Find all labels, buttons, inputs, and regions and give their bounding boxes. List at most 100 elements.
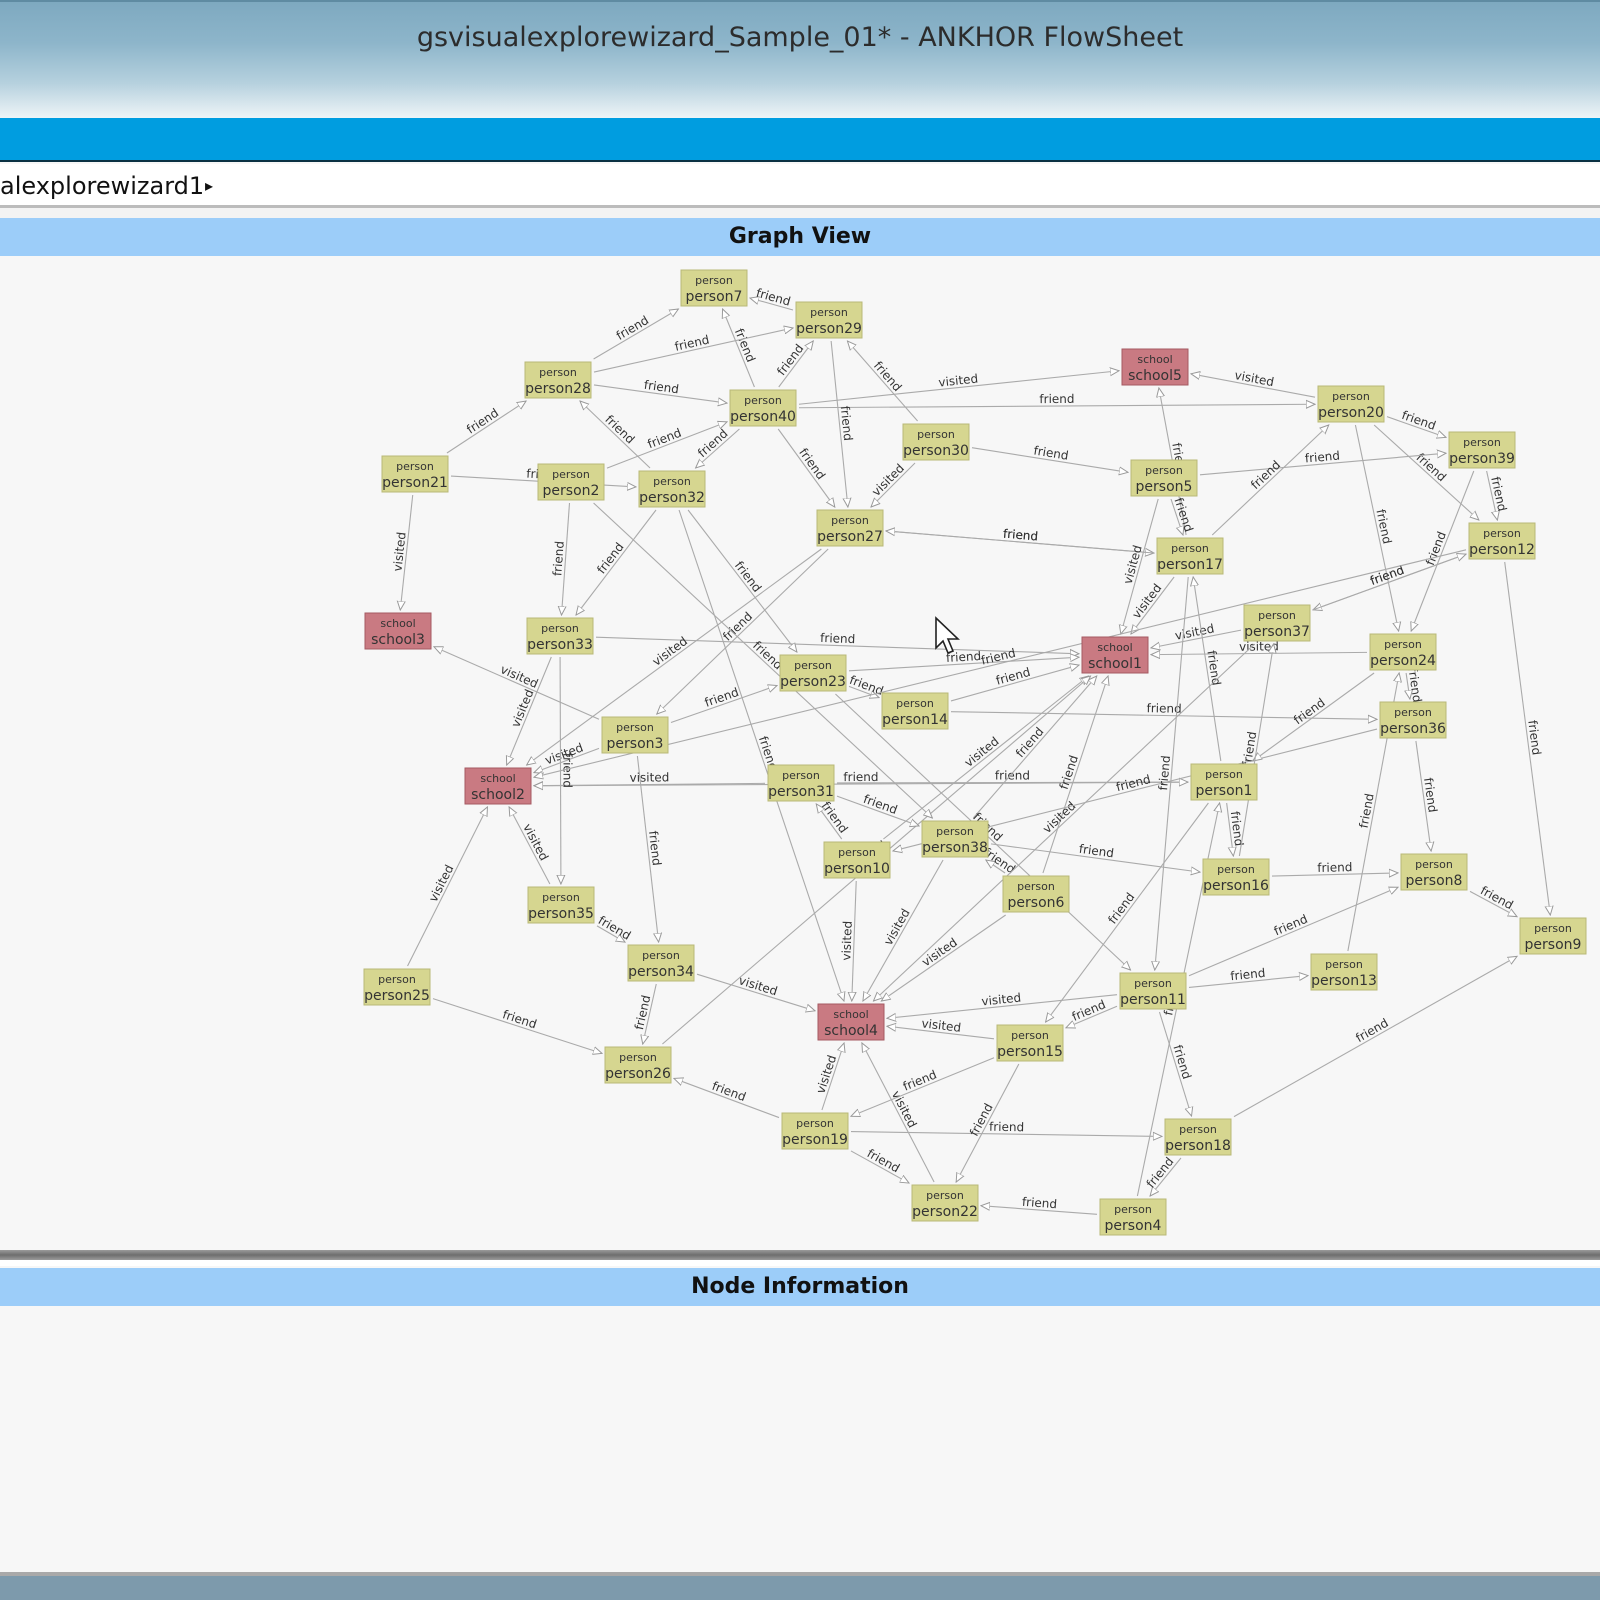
graph-node-person13[interactable]: person person13	[1310, 953, 1378, 991]
edge-label: friend	[1317, 860, 1352, 875]
graph-node-person31[interactable]: person person31	[767, 764, 835, 802]
graph-node-school2[interactable]: school school2	[464, 767, 532, 805]
graph-node-person15[interactable]: person person15	[996, 1024, 1064, 1062]
edge-label: friend	[1240, 730, 1259, 767]
graph-node-school5[interactable]: school school5	[1121, 348, 1189, 386]
node-id-label: school5	[1128, 368, 1182, 384]
breadcrumb-arrow-icon[interactable]: ▸	[205, 176, 213, 196]
graph-node-person12[interactable]: person person12	[1468, 522, 1536, 560]
edge-label: friend	[848, 673, 886, 698]
graph-edge	[851, 1057, 995, 1117]
graph-node-person34[interactable]: person person34	[627, 944, 695, 982]
graph-node-person5[interactable]: person person5	[1130, 459, 1198, 497]
graph-node-person10[interactable]: person person10	[823, 841, 891, 879]
edge-label: friend	[871, 359, 905, 395]
graph-node-person1[interactable]: person person1	[1190, 763, 1258, 801]
node-type-label: person	[896, 697, 934, 710]
node-id-label: person34	[628, 964, 694, 980]
toolbar-strip	[0, 118, 1600, 162]
graph-edge	[1504, 561, 1551, 915]
graph-node-person22[interactable]: person person22	[911, 1184, 979, 1222]
node-id-label: person17	[1157, 557, 1223, 573]
edge-label: visited	[1040, 799, 1079, 836]
graph-node-person25[interactable]: person person25	[363, 968, 431, 1006]
node-id-label: person36	[1380, 721, 1446, 737]
node-type-label: person	[782, 769, 820, 782]
node-type-label: person	[1017, 880, 1055, 893]
graph-node-person30[interactable]: person person30	[902, 423, 970, 461]
graph-node-person14[interactable]: person person14	[881, 692, 949, 730]
graph-node-person35[interactable]: person person35	[527, 886, 595, 924]
node-id-label: person23	[780, 674, 846, 690]
graph-node-person26[interactable]: person person26	[604, 1046, 672, 1084]
graph-node-person28[interactable]: person person28	[524, 361, 592, 399]
graph-view-canvas[interactable]: friend friend friend friend friend friend frie…	[0, 256, 1600, 1250]
node-type-label: person	[1114, 1203, 1152, 1216]
graph-node-person27[interactable]: person person27	[816, 509, 884, 547]
graph-node-person39[interactable]: person person39	[1448, 431, 1516, 469]
graph-edge	[863, 859, 944, 1001]
graph-node-person11[interactable]: person person11	[1119, 972, 1187, 1010]
node-id-label: person32	[639, 490, 705, 506]
edge-label: visited	[981, 991, 1022, 1009]
graph-node-person20[interactable]: person person20	[1317, 385, 1385, 423]
graph-node-person29[interactable]: person person29	[795, 301, 863, 339]
node-id-label: person14	[882, 712, 948, 728]
graph-node-person32[interactable]: person person32	[638, 470, 706, 508]
edge-label: friend	[1078, 842, 1115, 861]
node-type-label: person	[1332, 390, 1370, 403]
graph-svg[interactable]: friend friend friend friend friend friend frie…	[0, 256, 1600, 1250]
node-id-label: person29	[796, 321, 862, 337]
node-type-label: person	[1134, 977, 1172, 990]
graph-node-person38[interactable]: person person38	[921, 820, 989, 858]
graph-node-person17[interactable]: person person17	[1156, 537, 1224, 575]
graph-node-person4[interactable]: person person4	[1099, 1198, 1167, 1236]
edge-label: visited	[737, 973, 779, 998]
node-type-label: school	[1137, 353, 1172, 366]
graph-node-school3[interactable]: school school3	[364, 612, 432, 650]
node-type-label: person	[831, 514, 869, 527]
graph-node-person8[interactable]: person person8	[1400, 853, 1468, 891]
edge-label: friend	[1144, 1155, 1177, 1191]
graph-node-person24[interactable]: person person24	[1369, 633, 1437, 671]
graph-node-person6[interactable]: person person6	[1002, 875, 1070, 913]
graph-node-person23[interactable]: person person23	[779, 654, 847, 692]
graph-node-person19[interactable]: person person19	[781, 1112, 849, 1150]
node-type-label: person	[1179, 1123, 1217, 1136]
graph-node-person33[interactable]: person person33	[526, 617, 594, 655]
graph-node-person7[interactable]: person person7	[680, 269, 748, 307]
edge-label: friend	[1525, 719, 1543, 756]
graph-node-school1[interactable]: school school1	[1081, 636, 1149, 674]
edge-label: friend	[1039, 392, 1074, 406]
graph-node-person18[interactable]: person person18	[1164, 1118, 1232, 1156]
node-type-label: person	[539, 366, 577, 379]
edge-label: friend	[1353, 1016, 1390, 1045]
graph-node-person3[interactable]: person person3	[601, 716, 669, 754]
splitter-gap	[0, 1260, 1600, 1266]
node-id-label: person13	[1311, 973, 1377, 989]
node-type-label: school	[380, 617, 415, 630]
breadcrumb-item[interactable]: alexplorewizard1	[0, 172, 204, 200]
graph-node-person16[interactable]: person person16	[1202, 858, 1270, 896]
edge-label: friend	[732, 559, 764, 595]
node-type-label: person	[1217, 863, 1255, 876]
edge-label: visited	[508, 687, 536, 729]
node-information-panel	[0, 1306, 1600, 1572]
panel-splitter[interactable]	[0, 1250, 1600, 1260]
edge-label: visited	[962, 734, 1002, 770]
edge-label: friend	[1421, 777, 1440, 814]
node-id-label: person26	[605, 1066, 671, 1082]
node-type-label: school	[480, 772, 515, 785]
graph-node-person37[interactable]: person person37	[1243, 604, 1311, 642]
node-id-label: person11	[1120, 992, 1186, 1008]
graph-node-person2[interactable]: person person2	[537, 463, 605, 501]
graph-node-person36[interactable]: person person36	[1379, 701, 1447, 739]
graph-node-person40[interactable]: person person40	[729, 389, 797, 427]
node-type-label: person	[1011, 1029, 1049, 1042]
window-title-bar: gsvisualexplorewizard_Sample_01* - ANKHO…	[0, 0, 1600, 118]
node-id-label: person24	[1370, 653, 1436, 669]
graph-node-school4[interactable]: school school4	[817, 1003, 885, 1041]
graph-node-person9[interactable]: person person9	[1519, 917, 1587, 955]
node-id-label: person6	[1008, 895, 1065, 911]
graph-node-person21[interactable]: person person21	[381, 455, 449, 493]
